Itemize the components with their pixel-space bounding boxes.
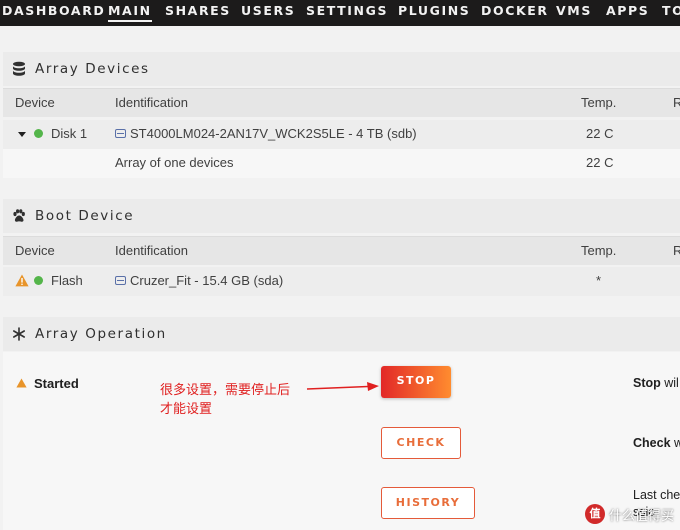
nav-main[interactable]: MAIN: [108, 3, 152, 22]
array-devices-header: Device Identification Temp. R: [3, 88, 680, 117]
watermark-logo-icon: 值: [584, 504, 605, 524]
col-reads: R: [673, 243, 680, 258]
col-device: Device: [15, 95, 55, 110]
stop-desc-rest: wil: [660, 376, 679, 390]
history-description-line-1: Last che: [633, 488, 680, 502]
array-operation-panel: [3, 352, 680, 530]
table-row: Array of one devices 22 C: [3, 149, 680, 178]
annotation-line-2: 才能设置: [160, 402, 213, 417]
table-row: Flash Cruzer_Fit - 15.4 GB (sda) *: [3, 267, 680, 296]
nav-docker[interactable]: DOCKER: [481, 3, 549, 18]
snowflake-icon: [12, 327, 25, 341]
nav-apps[interactable]: APPS: [606, 3, 649, 18]
flash-temp: *: [596, 273, 602, 288]
col-identification: Identification: [115, 95, 188, 110]
history-button[interactable]: HISTORY: [381, 487, 475, 519]
boot-device-header: Device Identification Temp. R: [3, 236, 680, 265]
check-button[interactable]: CHECK: [381, 427, 461, 459]
col-temp: Temp.: [581, 243, 617, 258]
array-devices-title-bar: Array Devices: [3, 52, 680, 86]
status-green-dot-icon: [34, 276, 43, 285]
check-desc-rest: w: [674, 436, 680, 450]
disk1-temp: 22 C: [586, 126, 614, 141]
col-reads: R: [673, 95, 680, 110]
flash-identification: Cruzer_Fit - 15.4 GB (sda): [130, 273, 284, 288]
boot-device-title: Boot Device: [35, 208, 135, 224]
annotation-line-1: 很多设置，需要停止后: [160, 383, 291, 398]
disk1-link[interactable]: Disk 1: [51, 126, 87, 141]
check-description: Check w: [633, 436, 680, 450]
disk1-identification: ST4000LM024-2AN17V_WCK2S5LE - 4 TB (sdb): [130, 126, 417, 141]
nav-tools[interactable]: TO: [662, 3, 680, 18]
stop-desc-bold: Stop: [633, 376, 661, 390]
paw-icon: [13, 209, 25, 222]
table-row: Disk 1 ST4000LM024-2AN17V_WCK2S5LE - 4 T…: [3, 120, 680, 149]
warning-icon: [15, 274, 29, 287]
boot-device-title-bar: Boot Device: [3, 199, 680, 233]
status-green-dot-icon: [34, 129, 43, 138]
nav-users[interactable]: USERS: [241, 3, 295, 18]
col-device: Device: [15, 243, 55, 258]
array-summary: Array of one devices: [115, 155, 234, 170]
col-identification: Identification: [115, 243, 188, 258]
annotation-arrow-icon: [306, 382, 379, 391]
col-temp: Temp.: [581, 95, 617, 110]
nav-vms[interactable]: VMS: [556, 3, 592, 18]
nav-plugins[interactable]: PLUGINS: [398, 3, 470, 18]
array-status: Started: [34, 376, 79, 391]
started-status-icon: [16, 378, 27, 388]
stop-button[interactable]: STOP: [381, 366, 451, 398]
nav-settings[interactable]: SETTINGS: [306, 3, 388, 18]
hard-drive-icon: [115, 129, 126, 138]
top-nav: DASHBOARD MAIN SHARES USERS SETTINGS PLU…: [0, 0, 680, 26]
array-operation-title-bar: Array Operation: [3, 317, 680, 351]
expand-caret-icon[interactable]: [18, 132, 26, 137]
nav-shares[interactable]: SHARES: [165, 3, 231, 18]
array-devices-title: Array Devices: [35, 61, 150, 77]
check-desc-bold: Check: [633, 436, 671, 450]
flash-link[interactable]: Flash: [51, 273, 83, 288]
database-icon: [13, 61, 25, 76]
watermark: 值 什么值得买: [584, 504, 674, 524]
nav-dashboard[interactable]: DASHBOARD: [2, 3, 105, 18]
stop-description: Stop wil: [633, 376, 679, 390]
annotation-text: 很多设置，需要停止后 才能设置: [160, 381, 290, 419]
array-operation-title: Array Operation: [35, 326, 167, 342]
array-summary-temp: 22 C: [586, 155, 614, 170]
hard-drive-icon: [115, 276, 126, 285]
watermark-text: 什么值得买: [608, 507, 674, 523]
